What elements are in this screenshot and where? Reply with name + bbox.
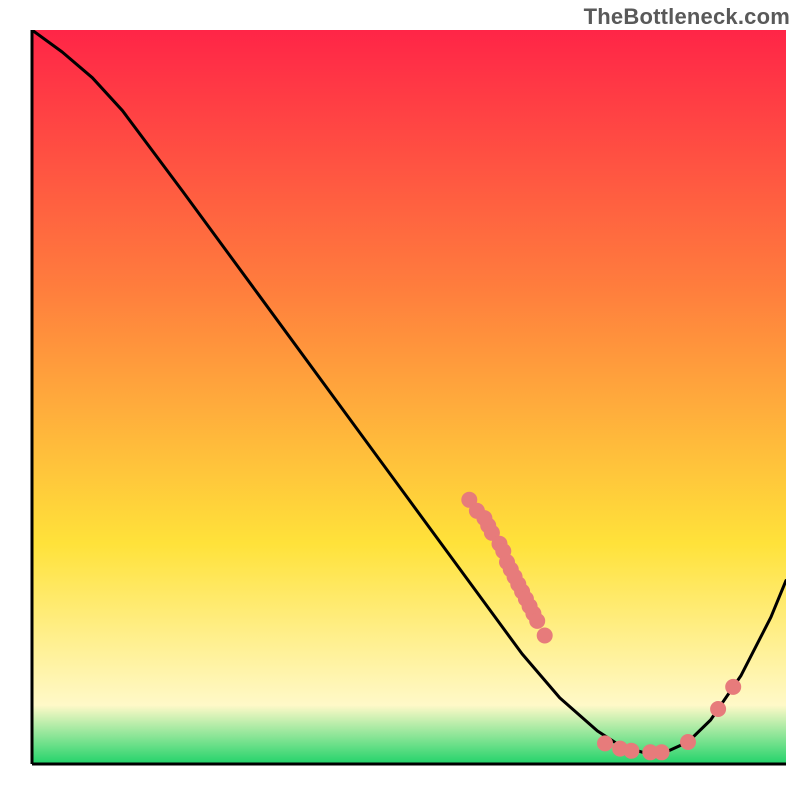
curve-dot [725, 679, 741, 695]
curve-dot [680, 734, 696, 750]
curve-dot [529, 613, 545, 629]
curve-dot [597, 735, 613, 751]
chart-container: { "watermark": "TheBottleneck.com", "col… [0, 0, 800, 800]
bottleneck-curve-chart [0, 0, 800, 800]
watermark-text: TheBottleneck.com [584, 4, 790, 30]
curve-dot [710, 701, 726, 717]
curve-dot [537, 628, 553, 644]
curve-dot [654, 744, 670, 760]
curve-dot [623, 743, 639, 759]
